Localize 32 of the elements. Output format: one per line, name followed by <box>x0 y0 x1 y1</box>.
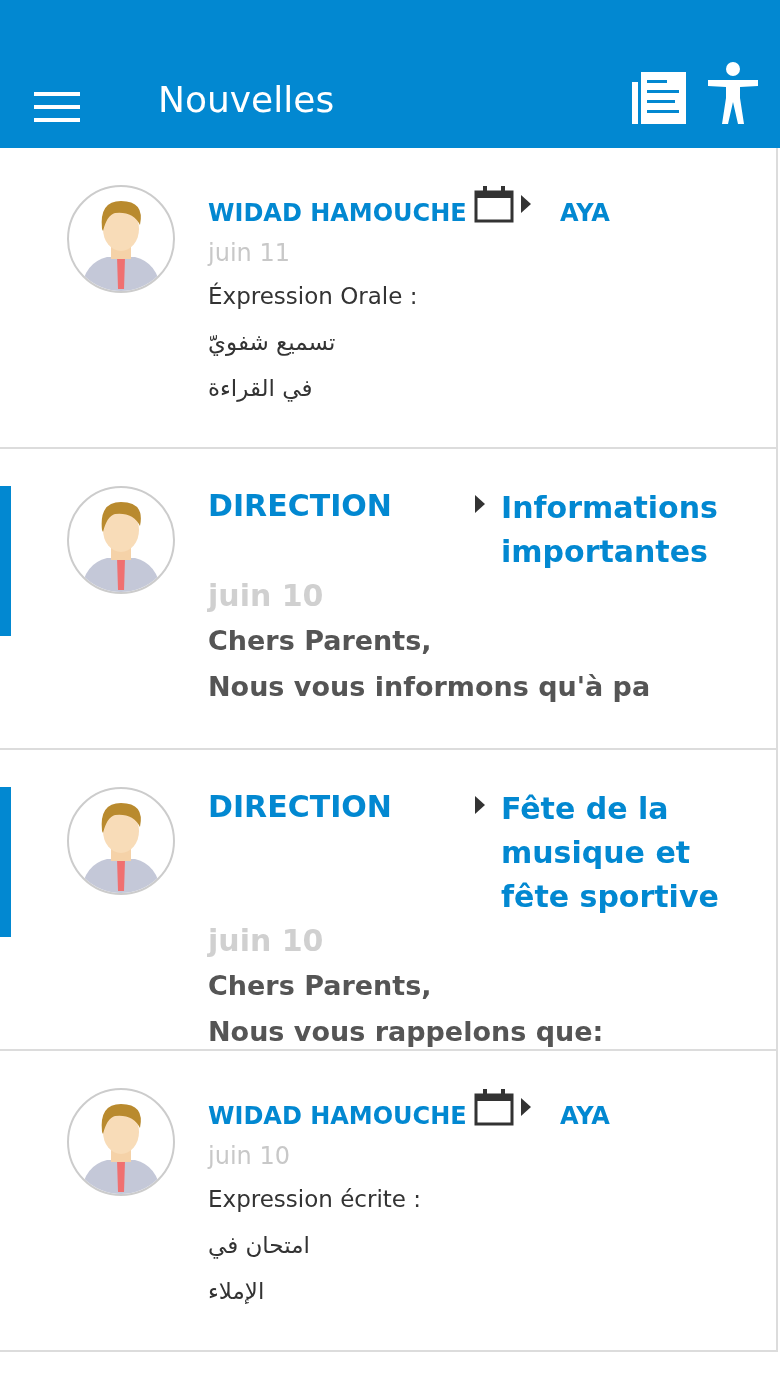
message-line: Éxpression Orale : <box>208 281 419 311</box>
avatar-icon <box>67 787 175 895</box>
message-line: Chers Parents, <box>208 969 433 1003</box>
sender-name: WIDAD HAMOUCHE <box>208 1101 468 1132</box>
recipient-name: AYA <box>560 1101 610 1132</box>
sender-name: DIRECTION <box>208 487 393 525</box>
recipient-name: AYA <box>560 198 610 229</box>
caret-icon <box>520 1097 532 1117</box>
newspaper-icon[interactable] <box>632 72 686 124</box>
message-line: امتحان في <box>208 1231 311 1261</box>
message-line: الإملاء <box>208 1277 266 1306</box>
sender-name: WIDAD HAMOUCHE <box>208 198 468 229</box>
message-line: Expression écrite : <box>208 1185 423 1214</box>
news-subject: Informations importantes <box>501 489 719 571</box>
calendar-icon <box>474 185 514 223</box>
message-line: تسميع شفويّ <box>208 328 337 358</box>
avatar-icon <box>67 185 175 293</box>
message-line: Nous vous informons qu'à pa <box>208 670 652 704</box>
message-line: Nous vous rappelons que: <box>208 1015 605 1049</box>
menu-icon[interactable] <box>34 90 80 124</box>
caret-icon <box>474 494 486 514</box>
caret-icon <box>520 194 532 214</box>
calendar-icon <box>474 1088 514 1126</box>
app-title: Nouvelles <box>158 78 335 122</box>
avatar-icon <box>67 486 175 594</box>
accessibility-icon[interactable] <box>706 62 760 124</box>
caret-icon <box>474 795 486 815</box>
message-line: Chers Parents, <box>208 624 433 658</box>
news-subject: Fête de la musique et fête sportive <box>501 790 720 916</box>
sender-name: DIRECTION <box>208 788 393 826</box>
avatar-icon <box>67 1088 175 1196</box>
message-line: في القراءة <box>208 374 314 404</box>
